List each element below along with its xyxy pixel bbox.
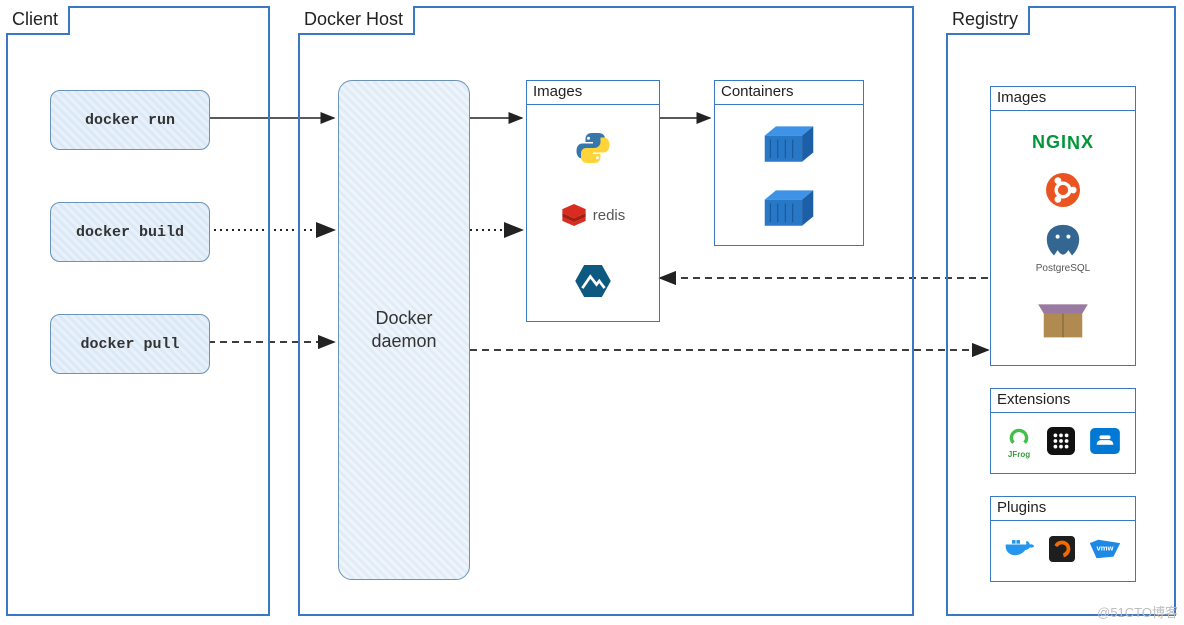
vmw-plugin-icon: vmw: [1088, 538, 1122, 565]
host-images-title: Images: [527, 81, 659, 105]
cmd-label: docker run: [85, 112, 175, 129]
registry-extensions-title: Extensions: [991, 389, 1135, 413]
nginx-icon: NGINX: [991, 121, 1135, 163]
vscode-icon: [1090, 428, 1120, 459]
registry-panel: Registry Images NGINX PostgreSQL Extensi…: [946, 6, 1176, 616]
host-title: Docker Host: [298, 6, 415, 35]
container-1-icon: [715, 117, 863, 173]
postgresql-icon: PostgreSQL: [991, 217, 1135, 279]
cmd-label: docker build: [76, 224, 184, 241]
alpine-icon: [527, 253, 659, 309]
redis-icon: redis: [527, 187, 659, 243]
redis-label: redis: [593, 207, 626, 224]
client-panel: Client docker run docker build docker pu…: [6, 6, 270, 616]
registry-images-title: Images: [991, 87, 1135, 111]
cmd-docker-build: docker build: [50, 202, 210, 262]
docker-plugin-icon: [1004, 537, 1036, 566]
watermark: @51CTO博客: [1097, 602, 1178, 621]
host-panel: Docker Host Docker daemon Images redis C…: [298, 6, 914, 616]
host-containers-title: Containers: [715, 81, 863, 105]
jfrog-icon: JFrog: [1006, 427, 1032, 459]
portainer-icon: [1047, 427, 1075, 460]
box-icon: [991, 289, 1135, 349]
registry-plugins-box: Plugins vmw: [990, 496, 1136, 582]
cmd-label: docker pull: [80, 336, 179, 353]
host-images-box: Images redis: [526, 80, 660, 322]
ubuntu-icon: [991, 167, 1135, 213]
cmd-docker-pull: docker pull: [50, 314, 210, 374]
registry-title: Registry: [946, 6, 1030, 35]
docker-daemon: Docker daemon: [338, 80, 470, 580]
svg-text:vmw: vmw: [1097, 543, 1114, 552]
postgres-label: PostgreSQL: [1036, 263, 1090, 274]
registry-images-box: Images NGINX PostgreSQL: [990, 86, 1136, 366]
registry-extensions-box: Extensions JFrog: [990, 388, 1136, 474]
client-title: Client: [6, 6, 70, 35]
container-2-icon: [715, 181, 863, 237]
host-containers-box: Containers: [714, 80, 864, 246]
python-icon: [527, 119, 659, 177]
grafana-plugin-icon: [1049, 536, 1075, 567]
cmd-docker-run: docker run: [50, 90, 210, 150]
daemon-label: Docker daemon: [371, 307, 436, 354]
registry-plugins-title: Plugins: [991, 497, 1135, 521]
